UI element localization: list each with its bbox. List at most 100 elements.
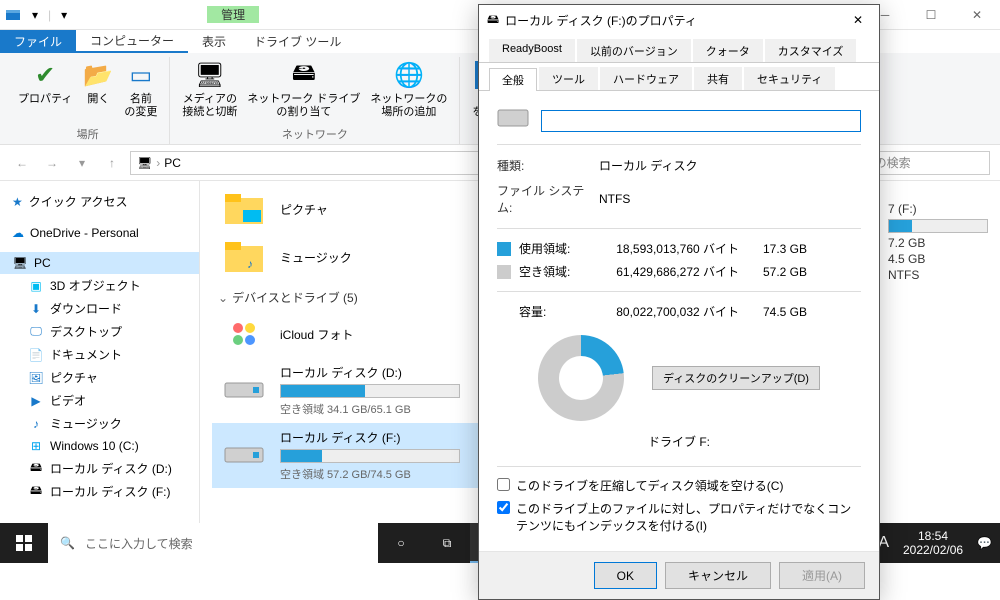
start-button[interactable] xyxy=(0,523,48,563)
download-icon: ⬇ xyxy=(28,301,44,317)
sidebar-pictures[interactable]: 🖼ピクチャ xyxy=(0,366,199,389)
sidebar-downloads[interactable]: ⬇ダウンロード xyxy=(0,297,199,320)
drive-icon: 🖴 xyxy=(28,461,44,477)
sidebar-documents[interactable]: 📄ドキュメント xyxy=(0,343,199,366)
cancel-button[interactable]: キャンセル xyxy=(665,562,771,589)
group-location-label: 場所 xyxy=(77,124,99,144)
music-icon: ♪ xyxy=(28,416,44,432)
volume-label-input[interactable] xyxy=(541,110,861,132)
index-checkbox[interactable] xyxy=(497,501,510,514)
disk-cleanup-button[interactable]: ディスクのクリーンアップ(D) xyxy=(652,366,820,390)
sidebar-d-drive[interactable]: 🖴ローカル ディスク (D:) xyxy=(0,457,199,480)
ribbon-open[interactable]: 📂開く xyxy=(78,57,118,108)
ok-button[interactable]: OK xyxy=(594,562,657,589)
document-icon: 📄 xyxy=(28,347,44,363)
folder-icon xyxy=(220,189,268,229)
fs-value: NTFS xyxy=(599,192,630,206)
sidebar-3d[interactable]: ▣3D オブジェクト xyxy=(0,274,199,297)
qat-item-icon[interactable]: ▾ xyxy=(55,6,73,24)
dtab-quota[interactable]: クォータ xyxy=(693,39,763,62)
ribbon-properties[interactable]: ✔プロパティ xyxy=(14,57,76,108)
drive-icon xyxy=(220,438,268,474)
media-icon: 🖥 xyxy=(194,59,226,91)
app-icon xyxy=(4,6,22,24)
picture-icon: 🖼 xyxy=(28,370,44,386)
desktop-icon: 🖵 xyxy=(28,324,44,340)
cap-gb: 74.5 GB xyxy=(747,305,807,319)
sidebar-quick-access[interactable]: ★クイック アクセス xyxy=(0,189,199,214)
video-icon: ▶ xyxy=(28,393,44,409)
breadcrumb-root[interactable]: PC xyxy=(164,156,181,170)
cube-icon: ▣ xyxy=(28,278,44,294)
dtab-general[interactable]: 全般 xyxy=(489,68,537,91)
tab-file[interactable]: ファイル xyxy=(0,30,76,53)
drive-big-icon xyxy=(497,109,529,132)
network-drive-icon: 🖴 xyxy=(288,59,320,91)
used-gb: 17.3 GB xyxy=(747,242,807,256)
sidebar: ★クイック アクセス ☁OneDrive - Personal 🖥PC ▣3D … xyxy=(0,181,200,536)
cortana-icon[interactable]: ○ xyxy=(378,523,424,563)
tab-view[interactable]: 表示 xyxy=(188,30,240,53)
ribbon-rename[interactable]: ▭名前 の変更 xyxy=(120,57,161,121)
sidebar-desktop[interactable]: 🖵デスクトップ xyxy=(0,320,199,343)
nav-back[interactable]: ← xyxy=(10,151,34,175)
dtab-sharing[interactable]: 共有 xyxy=(694,67,742,90)
rename-icon: ▭ xyxy=(125,59,157,91)
icloud-icon xyxy=(220,316,268,352)
close-button[interactable]: ✕ xyxy=(954,0,1000,30)
cloud-icon: ☁ xyxy=(12,226,24,240)
ribbon-network-drive[interactable]: 🖴ネットワーク ドライブ の割り当て xyxy=(243,57,364,121)
star-icon: ★ xyxy=(12,195,23,209)
nav-forward[interactable]: → xyxy=(40,151,64,175)
dtab-security[interactable]: セキュリティ xyxy=(744,67,835,90)
type-value: ローカル ディスク xyxy=(599,157,698,174)
dtab-readyboost[interactable]: ReadyBoost xyxy=(489,39,575,62)
task-view-icon[interactable]: ⧉ xyxy=(424,523,470,563)
qat-dropdown-icon[interactable]: ▾ xyxy=(26,6,44,24)
add-network-icon: 🌐 xyxy=(393,59,425,91)
sidebar-f-drive[interactable]: 🖴ローカル ディスク (F:) xyxy=(0,480,199,503)
dialog-titlebar: 🖴ローカル ディスク (F:)のプロパティ ✕ xyxy=(479,5,879,35)
sidebar-c-drive[interactable]: ⊞Windows 10 (C:) xyxy=(0,435,199,457)
sidebar-onedrive[interactable]: ☁OneDrive - Personal xyxy=(0,222,199,244)
drive-label: iCloud フォト xyxy=(280,326,353,343)
rp-name: 7 (F:) xyxy=(888,201,992,217)
drive-usage-bar xyxy=(280,384,460,398)
tab-drive-tools[interactable]: ドライブ ツール xyxy=(240,30,355,53)
sidebar-music[interactable]: ♪ミュージック xyxy=(0,412,199,435)
free-color-swatch xyxy=(497,265,511,279)
details-panel: 7 (F:) 7.2 GB 4.5 GB NTFS xyxy=(880,181,1000,536)
compress-checkbox[interactable] xyxy=(497,478,510,491)
dtab-tools[interactable]: ツール xyxy=(539,67,598,90)
drive-icon: 🖴 xyxy=(28,484,44,500)
tray-notifications-icon[interactable]: 💬 xyxy=(977,536,992,550)
free-gb: 57.2 GB xyxy=(747,265,807,279)
sidebar-videos[interactable]: ▶ビデオ xyxy=(0,389,199,412)
folder-icon: ♪ xyxy=(220,237,268,277)
tray-clock[interactable]: 18:542022/02/06 xyxy=(897,529,969,558)
usage-donut xyxy=(538,335,624,421)
apply-button[interactable]: 適用(A) xyxy=(779,562,865,589)
dialog-close[interactable]: ✕ xyxy=(845,9,871,31)
dtab-hardware[interactable]: ハードウェア xyxy=(600,67,692,90)
folder-open-icon: 📂 xyxy=(82,59,114,91)
sidebar-pc[interactable]: 🖥PC xyxy=(0,252,199,274)
drive-icon: 🖴 xyxy=(487,10,499,31)
maximize-button[interactable]: ☐ xyxy=(908,0,954,30)
nav-up[interactable]: ↑ xyxy=(100,151,124,175)
tab-computer[interactable]: コンピューター xyxy=(76,30,188,53)
search-icon: 🔍 xyxy=(60,536,75,550)
dtab-customize[interactable]: カスタマイズ xyxy=(765,39,857,62)
used-color-swatch xyxy=(497,242,511,256)
rp-fs: NTFS xyxy=(888,267,992,283)
ribbon-media[interactable]: 🖥メディアの 接続と切断 xyxy=(178,57,241,121)
folder-label: ミュージック xyxy=(280,249,352,266)
dtab-previous[interactable]: 以前のバージョン xyxy=(577,39,691,62)
used-bytes: 18,593,013,760 バイト xyxy=(589,240,739,257)
taskbar-search[interactable]: 🔍ここに入力して検索 xyxy=(48,523,378,563)
nav-recent[interactable]: ▾ xyxy=(70,151,94,175)
ribbon-add-network[interactable]: 🌐ネットワークの 場所の追加 xyxy=(366,57,451,121)
rp-free: 7.2 GB xyxy=(888,235,992,251)
drive-sub: 空き領域 34.1 GB/65.1 GB xyxy=(280,401,460,417)
rp-usage-bar xyxy=(888,219,988,233)
